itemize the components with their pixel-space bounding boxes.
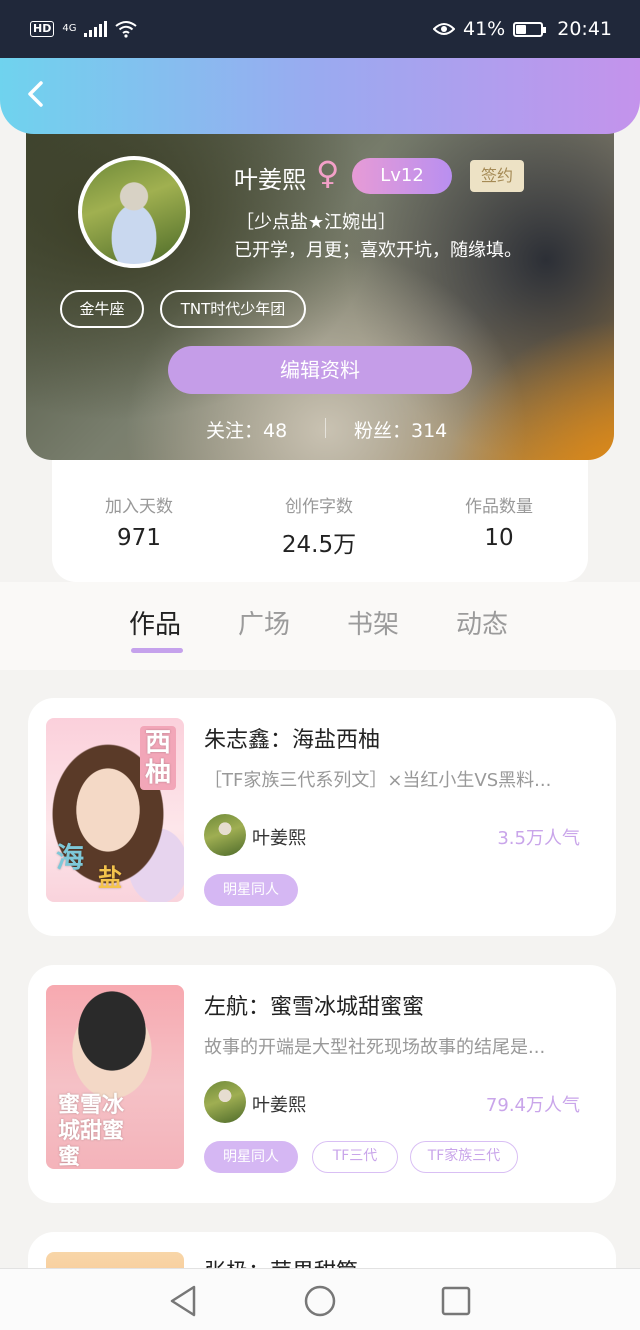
signal-icon: [84, 21, 108, 37]
battery-icon: [513, 21, 547, 37]
profile-tag: TNT时代少年团: [160, 290, 306, 328]
stat-value: 10: [484, 525, 514, 551]
eye-comfort-icon: [433, 23, 455, 35]
wifi-icon: [115, 21, 138, 38]
signed-badge: 签约: [470, 160, 524, 192]
fans-count[interactable]: 粉丝：314: [354, 416, 447, 443]
stat-join-days: 加入天数 971: [59, 492, 219, 551]
stat-label: 创作字数: [285, 497, 353, 517]
header-bar: [0, 58, 640, 134]
work-description: 故事的开端是大型社死现场故事的结尾是...: [204, 1037, 546, 1058]
cover-title-text: 西柚: [140, 726, 176, 790]
work-card[interactable]: 蜜雪冰城甜蜜蜜 左航：蜜雪冰城甜蜜蜜 故事的开端是大型社死现场故事的结尾是...…: [28, 965, 616, 1203]
popularity: 3.5万人气: [497, 828, 580, 849]
clock: 20:41: [557, 18, 612, 40]
status-right: 41% 20:41: [433, 18, 612, 40]
following-count[interactable]: 关注：48: [206, 416, 287, 443]
cover-title-text: 盐: [98, 864, 122, 892]
tab-plaza[interactable]: 广场: [238, 604, 290, 641]
work-tag[interactable]: 明星同人: [204, 874, 298, 906]
back-arrow-icon[interactable]: [18, 76, 54, 112]
network-type: 4G: [62, 23, 77, 34]
author-avatar: [204, 814, 246, 856]
work-description: ［TF家族三代系列文］×当红小生VS黑料...: [204, 770, 552, 791]
work-card[interactable]: 西柚 海 盐 朱志鑫：海盐西柚 ［TF家族三代系列文］×当红小生VS黑料... …: [28, 698, 616, 936]
active-tab-indicator: [131, 648, 183, 653]
status-left: HD 4G: [30, 20, 138, 38]
stat-value: 24.5万: [281, 532, 357, 558]
battery-percent: 41%: [463, 18, 506, 40]
tab-bar: 作品 广场 书架 动态: [0, 582, 640, 670]
stat-label: 作品数量: [465, 497, 533, 517]
author-name: 叶姜熙: [252, 1095, 306, 1116]
work-title[interactable]: 朱志鑫：海盐西柚: [204, 722, 380, 754]
work-tag[interactable]: TF家族三代: [410, 1141, 518, 1173]
bio-line-1: ［少点盐★江婉出］: [236, 212, 397, 233]
hd-icon: HD: [30, 21, 55, 37]
cover-title-text: 蜜雪冰城甜蜜蜜: [58, 1093, 125, 1169]
book-cover[interactable]: 蜜雪冰城甜蜜蜜: [46, 985, 184, 1169]
stat-word-count: 创作字数 24.5万: [239, 492, 399, 559]
status-bar: HD 4G 41% 20:41: [0, 0, 640, 58]
author-avatar: [204, 1081, 246, 1123]
book-cover[interactable]: 西柚 海 盐: [46, 718, 184, 902]
tab-activity[interactable]: 动态: [456, 604, 508, 641]
tab-bookshelf[interactable]: 书架: [347, 604, 399, 641]
profile-tag: 金牛座: [60, 290, 144, 328]
nav-home-icon[interactable]: [300, 1281, 340, 1321]
stat-label: 加入天数: [105, 497, 173, 517]
stats-panel: 加入天数 971 创作字数 24.5万 作品数量 10: [52, 458, 588, 582]
popularity: 79.4万人气: [485, 1095, 580, 1116]
edit-profile-button[interactable]: 编辑资料: [168, 346, 472, 394]
profile-card: 叶姜熙 ♀ Lv12 签约 ［少点盐★江婉出］ 已开学，月更；喜欢开坑，随缘填。…: [26, 100, 614, 460]
user-name: 叶姜熙: [234, 166, 306, 194]
divider: [325, 418, 326, 438]
avatar[interactable]: [78, 156, 190, 268]
stat-value: 971: [117, 525, 161, 551]
stat-works-count: 作品数量 10: [419, 492, 579, 551]
author-name: 叶姜熙: [252, 828, 306, 849]
work-tag[interactable]: 明星同人: [204, 1141, 298, 1173]
work-tag[interactable]: TF三代: [312, 1141, 398, 1173]
system-nav-bar: [0, 1268, 640, 1330]
bio-line-2: 已开学，月更；喜欢开坑，随缘填。: [234, 240, 522, 261]
female-icon: ♀: [316, 154, 340, 192]
work-title[interactable]: 左航：蜜雪冰城甜蜜蜜: [204, 989, 424, 1021]
nav-back-icon[interactable]: [164, 1281, 204, 1321]
cover-title-text: 海: [56, 841, 85, 874]
nav-recent-icon[interactable]: [436, 1281, 476, 1321]
level-badge: Lv12: [352, 158, 452, 194]
tab-works[interactable]: 作品: [129, 604, 181, 641]
